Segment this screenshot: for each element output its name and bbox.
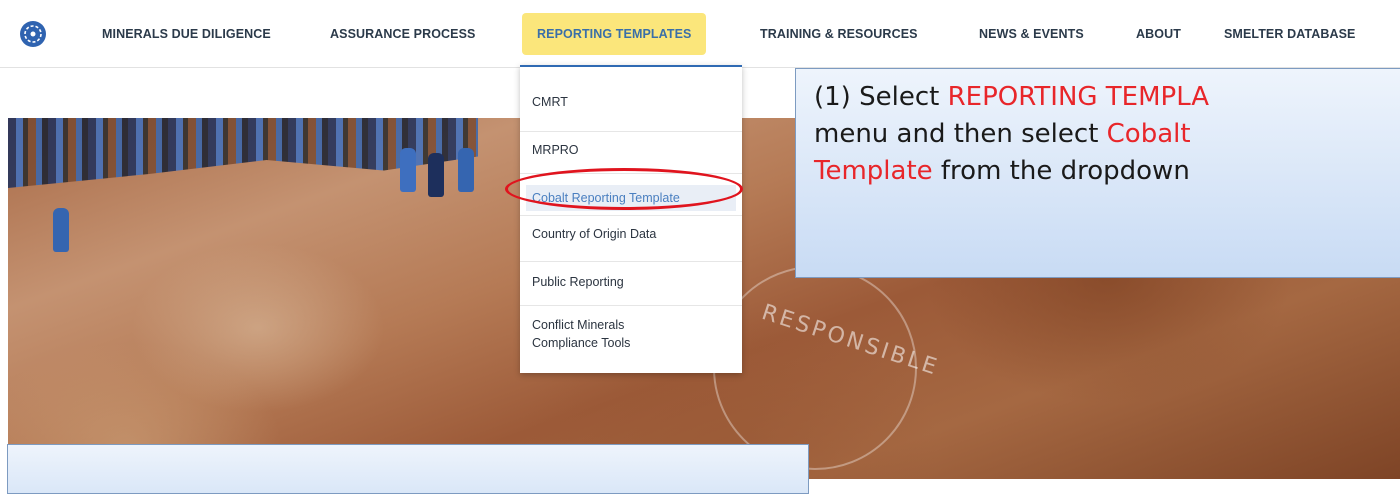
worker-figure [458,148,474,192]
callout-line-1: (1) Select REPORTING TEMPLA [814,79,1396,116]
reporting-templates-dropdown: CMRT MRPRO Cobalt Reporting Template Cou… [520,65,742,373]
callout-highlight: Cobalt [1106,119,1191,149]
worker-figure [428,153,444,197]
callout-text: (1) Select [814,82,948,112]
callout-line-2: menu and then select Cobalt [814,116,1396,153]
nav-minerals-due-diligence[interactable]: MINERALS DUE DILIGENCE [102,27,271,41]
dropdown-item-public-reporting[interactable]: Public Reporting [532,274,624,290]
worker-figure [53,208,69,252]
top-nav: MINERALS DUE DILIGENCE ASSURANCE PROCESS… [0,0,1400,68]
callout-highlight: Template [814,156,933,186]
callout-highlight: REPORTING TEMPLA [947,82,1210,112]
dropdown-item-conflict-minerals[interactable]: Conflict Minerals [532,317,624,333]
dropdown-item-country-of-origin-data[interactable]: Country of Origin Data [532,226,656,242]
divider [520,261,742,262]
globe-logo-icon[interactable] [20,21,46,47]
divider [520,131,742,132]
nav-training-resources[interactable]: TRAINING & RESOURCES [760,27,918,41]
nav-smelter-database[interactable]: SMELTER DATABASE [1224,27,1355,41]
annotation-circle [505,168,743,210]
dropdown-item-mrpro[interactable]: MRPRO [532,142,579,158]
callout-line-3: Template from the dropdown [814,153,1396,190]
nav-about[interactable]: ABOUT [1136,27,1181,41]
bottom-callout-box [7,444,809,494]
nav-news-events[interactable]: NEWS & EVENTS [979,27,1084,41]
divider [520,305,742,306]
dropdown-item-compliance-tools[interactable]: Compliance Tools [532,335,630,351]
callout-text: menu and then select [814,119,1107,149]
instruction-callout: (1) Select REPORTING TEMPLA menu and the… [795,68,1400,278]
worker-figure [400,148,416,192]
divider [520,215,742,216]
nav-reporting-templates[interactable]: REPORTING TEMPLATES [522,13,707,55]
dropdown-item-cmrt[interactable]: CMRT [532,94,568,110]
callout-text: from the dropdown [932,156,1190,186]
emblem-watermark [713,266,917,470]
nav-assurance-process[interactable]: ASSURANCE PROCESS [330,27,475,41]
